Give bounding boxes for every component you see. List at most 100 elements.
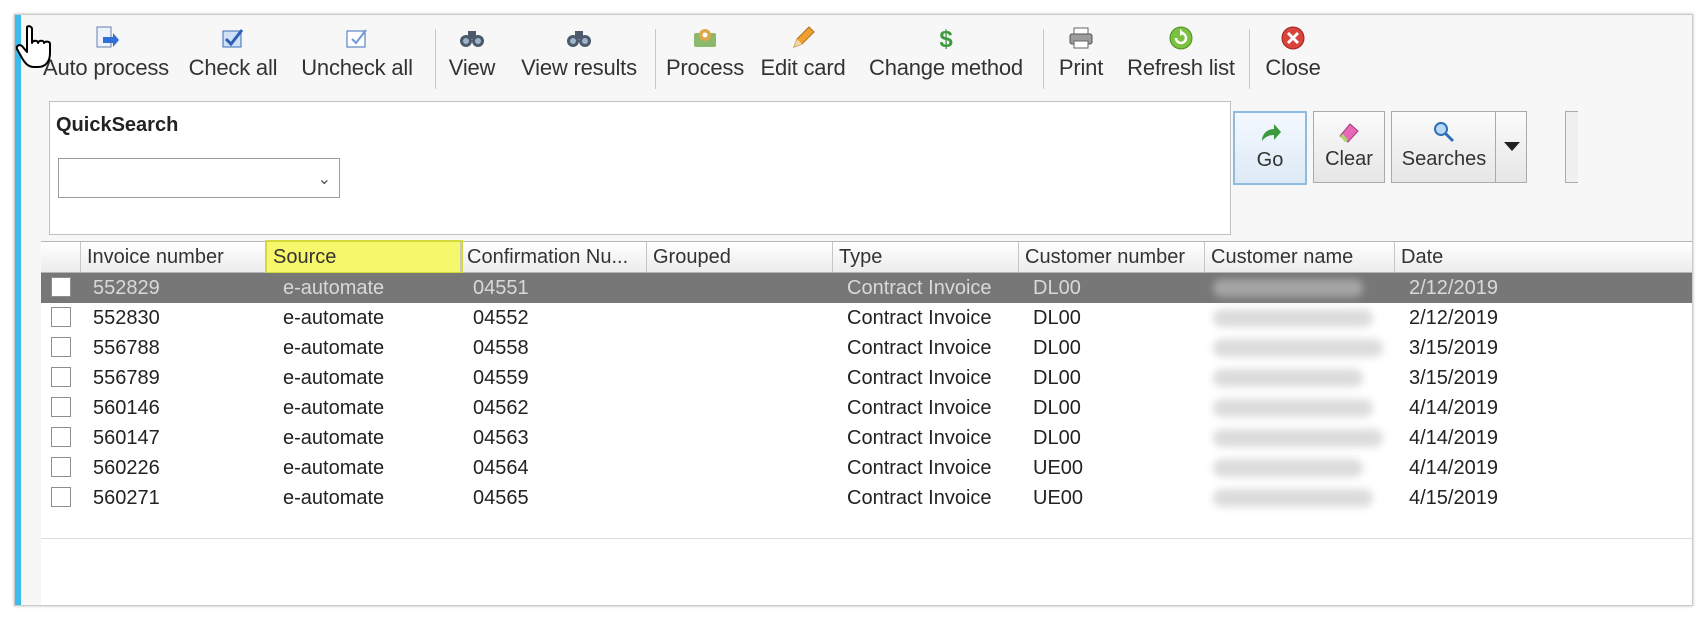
cell-invoice-number: 560146 — [93, 397, 160, 419]
cell-customer-number: DL00 — [1033, 277, 1081, 299]
clear-button[interactable]: Clear — [1313, 111, 1385, 183]
table-row[interactable]: 560146 e-automate 04562 Contract Invoice DL0… — [41, 393, 1692, 423]
table-row[interactable]: 552830 e-automate 04552 Contract Invoice DL0… — [41, 303, 1692, 333]
caret-down-icon — [1504, 142, 1520, 151]
row-checkbox[interactable] — [51, 427, 71, 447]
invoice-grid: Invoice number Source Confirmation Nu...… — [41, 240, 1692, 605]
close-button[interactable]: Close — [1257, 21, 1329, 95]
view-button[interactable]: View — [443, 21, 501, 95]
auto-process-label: Auto process — [42, 55, 169, 80]
cell-grouped — [647, 333, 833, 363]
hand-cursor-icon — [15, 25, 51, 68]
quicksearch-dropdown[interactable]: ⌄ — [58, 158, 340, 198]
cell-grouped — [647, 483, 833, 513]
process-icon — [694, 29, 716, 47]
pencil-icon — [793, 26, 815, 48]
cell-invoice-number: 552829 — [93, 277, 160, 299]
app-window: Auto process Check all Uncheck all View — [14, 14, 1693, 606]
table-row[interactable]: 552829 e-automate 04551 Contract Invoice DL0… — [41, 273, 1692, 303]
searches-button[interactable]: Searches — [1391, 111, 1497, 183]
grid-header: Invoice number Source Confirmation Nu...… — [41, 240, 1692, 274]
cell-type: Contract Invoice — [847, 367, 992, 389]
change-method-button[interactable]: $ Change method — [863, 21, 1029, 95]
cell-confirmation-number: 04559 — [473, 367, 529, 389]
row-checkbox[interactable] — [51, 397, 71, 417]
header-date[interactable]: Date — [1395, 242, 1692, 272]
table-row[interactable]: 556789 e-automate 04559 Contract Invoice DL0… — [41, 363, 1692, 393]
header-customer-name[interactable]: Customer name — [1205, 242, 1395, 272]
cell-customer-number: DL00 — [1033, 427, 1081, 449]
cell-invoice-number: 560147 — [93, 427, 160, 449]
table-row[interactable]: 560147 e-automate 04563 Contract Invoice DL0… — [41, 423, 1692, 453]
grid-footer-line — [41, 538, 1692, 539]
uncheck-all-button[interactable]: Uncheck all — [297, 21, 417, 95]
header-invoice-number[interactable]: Invoice number — [81, 242, 267, 272]
cell-type: Contract Invoice — [847, 307, 992, 329]
cell-date: 3/15/2019 — [1409, 337, 1498, 359]
header-customer-number[interactable]: Customer number — [1019, 242, 1205, 272]
cell-type: Contract Invoice — [847, 397, 992, 419]
dollar-icon: $ — [939, 26, 953, 51]
cell-customer-number: UE00 — [1033, 457, 1084, 479]
cell-source: e-automate — [283, 487, 385, 509]
cell-customer-name-redacted — [1213, 459, 1363, 477]
header-confirmation-number[interactable]: Confirmation Nu... — [461, 242, 647, 272]
edit-card-button[interactable]: Edit card — [757, 21, 849, 95]
overflow-button-stub[interactable] — [1565, 111, 1578, 183]
row-checkbox[interactable] — [51, 307, 71, 327]
row-checkbox[interactable] — [51, 337, 71, 357]
cell-confirmation-number: 04558 — [473, 337, 529, 359]
header-checkbox-column[interactable] — [41, 242, 81, 272]
magnifier-icon — [1434, 122, 1455, 143]
printer-icon — [1069, 27, 1093, 49]
chevron-down-icon: ⌄ — [317, 171, 331, 188]
binoculars-results-icon — [567, 31, 591, 47]
row-checkbox[interactable] — [51, 457, 71, 477]
table-row[interactable]: 556788 e-automate 04558 Contract Invoice DL0… — [41, 333, 1692, 363]
row-checkbox[interactable] — [51, 487, 71, 507]
auto-process-button[interactable]: Auto process — [41, 21, 171, 95]
cell-grouped — [647, 273, 833, 303]
header-type[interactable]: Type — [833, 242, 1019, 272]
cell-customer-name-redacted — [1213, 489, 1373, 507]
check-all-icon — [222, 29, 244, 48]
header-source[interactable]: Source — [265, 240, 463, 274]
cell-customer-number: DL00 — [1033, 367, 1081, 389]
auto-process-icon — [96, 26, 119, 48]
view-results-button[interactable]: View results — [515, 21, 643, 95]
cell-grouped — [647, 363, 833, 393]
process-button[interactable]: Process — [663, 21, 747, 95]
eraser-icon — [1339, 123, 1359, 143]
edit-card-label: Edit card — [760, 55, 846, 80]
view-results-label: View results — [521, 55, 637, 80]
toolbar-separator — [1043, 29, 1044, 89]
check-all-button[interactable]: Check all — [187, 21, 279, 95]
svg-text:$: $ — [939, 26, 953, 51]
cell-grouped — [647, 453, 833, 483]
row-checkbox[interactable] — [51, 277, 71, 297]
refresh-icon — [1169, 26, 1193, 50]
go-button[interactable]: Go — [1233, 111, 1307, 185]
searches-dropdown-button[interactable] — [1495, 111, 1527, 183]
cell-customer-number: DL00 — [1033, 397, 1081, 419]
row-checkbox[interactable] — [51, 367, 71, 387]
cell-customer-name-redacted — [1213, 339, 1383, 357]
cell-date: 2/12/2019 — [1409, 307, 1498, 329]
clear-label: Clear — [1325, 148, 1373, 170]
cell-type: Contract Invoice — [847, 337, 992, 359]
refresh-list-button[interactable]: Refresh list — [1125, 21, 1237, 95]
cell-customer-name-redacted — [1213, 369, 1363, 387]
table-row[interactable]: 560226 e-automate 04564 Contract Invoice UE0… — [41, 453, 1692, 483]
uncheck-all-label: Uncheck all — [301, 55, 413, 80]
cell-date: 2/12/2019 — [1409, 277, 1498, 299]
toolbar: Auto process Check all Uncheck all View — [21, 15, 1692, 97]
cell-date: 3/15/2019 — [1409, 367, 1498, 389]
quicksearch-title: QuickSearch — [56, 114, 179, 136]
cell-type: Contract Invoice — [847, 277, 992, 299]
header-grouped[interactable]: Grouped — [647, 242, 833, 272]
cell-customer-name-redacted — [1213, 279, 1363, 297]
toolbar-separator — [435, 29, 436, 89]
print-label: Print — [1058, 55, 1104, 80]
table-row[interactable]: 560271 e-automate 04565 Contract Invoice UE0… — [41, 483, 1692, 513]
print-button[interactable]: Print — [1051, 21, 1111, 95]
